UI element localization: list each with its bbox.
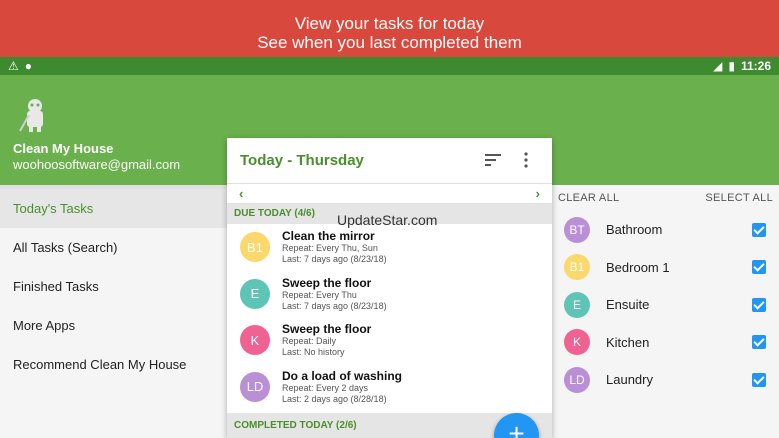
drawer-item-recommend[interactable]: Recommend Clean My House [0,345,227,384]
room-name: Bathroom [606,222,663,238]
task-last: Last: No history [282,347,345,358]
select-all-button[interactable]: SELECT ALL [705,192,773,211]
room-avatar: E [564,291,590,318]
task-row[interactable]: B1 Clean the mirror Repeat: Every Thu, S… [227,224,552,271]
drawer-item-finished-tasks[interactable]: Finished Tasks [0,267,227,306]
room-name: Bedroom 1 [606,259,670,275]
room-avatar: LD [564,366,590,393]
task-avatar: K [240,325,270,356]
task-title: Clean the mirror [282,229,375,244]
room-name: Laundry [606,372,653,388]
task-repeat: Repeat: Every Thu, Sun [282,243,378,254]
navigation-drawer: Today's Tasks All Tasks (Search) Finishe… [0,185,227,438]
watermark-text: UpdateStar.com [337,212,438,228]
task-row[interactable]: LD Do a load of washing Repeat: Every 2 … [227,364,552,411]
room-row[interactable]: K Kitchen [552,324,779,362]
task-last: Last: 7 days ago (8/23/18) [282,254,387,265]
task-title: Sweep the floor [282,322,372,337]
task-avatar: B1 [240,232,270,263]
room-avatar: B1 [564,254,590,281]
sort-icon[interactable] [485,154,501,166]
task-title: Sweep the floor [282,275,372,290]
task-row[interactable]: E Sweep the floor Repeat: Every Thu Last… [227,271,552,318]
task-avatar: E [240,278,270,309]
task-last: Last: 2 days ago (8/28/18) [282,393,387,404]
room-checkbox[interactable] [752,335,766,350]
room-checkbox[interactable] [752,260,766,275]
room-row[interactable]: LD Laundry [552,361,779,399]
banner-line-1: View your tasks for today [294,14,485,33]
status-time: 11:26 [740,59,771,73]
signal-icon: ◢ [713,59,723,73]
android-icon: ● [24,59,33,73]
card-title: Today - Thursday [240,152,364,169]
task-repeat: Repeat: Daily [282,336,337,347]
room-filter-panel: CLEAR ALL SELECT ALL BT Bathroom B1 Bedr… [552,185,779,438]
room-avatar: K [564,329,590,356]
battery-icon: ▮ [728,59,735,73]
room-name: Kitchen [606,334,650,350]
account-email: woohoosoftware@gmail.com [13,157,181,172]
app-logo-icon [19,99,43,132]
warning-icon: ⚠ [8,59,19,73]
status-bar: ⚠ ● ◢ ▮ 11:26 [0,57,779,75]
task-avatar: LD [240,371,270,402]
task-repeat: Repeat: Every 2 days [282,382,369,393]
drawer-item-todays-tasks[interactable]: Today's Tasks [0,189,227,228]
clear-all-button[interactable]: CLEAR ALL [558,192,619,211]
more-vert-icon[interactable] [524,152,528,168]
room-row[interactable]: E Ensuite [552,286,779,324]
task-last: Last: 7 days ago (8/23/18) [282,300,387,311]
task-title: Do a load of washing [282,368,403,383]
room-name: Ensuite [606,297,650,313]
today-tasks-card: Today - Thursday ‹ › DUE TODAY (4/6) B1 … [227,138,552,438]
drawer-item-all-tasks[interactable]: All Tasks (Search) [0,228,227,267]
room-row[interactable]: BT Bathroom [552,211,779,249]
prev-day-chevron-icon[interactable]: ‹ [239,186,243,201]
app-name: Clean My House [13,141,114,156]
room-checkbox[interactable] [752,372,766,387]
room-checkbox[interactable] [752,297,766,312]
next-day-chevron-icon[interactable]: › [536,186,540,201]
room-row[interactable]: B1 Bedroom 1 [552,249,779,287]
banner-line-2: See when you last completed them [257,33,522,52]
room-checkbox[interactable] [752,222,766,237]
room-avatar: BT [564,216,590,243]
task-repeat: Repeat: Every Thu [282,289,357,300]
promo-banner: View your tasks for today See when you l… [0,0,779,57]
task-row[interactable]: K Sweep the floor Repeat: Daily Last: No… [227,317,552,364]
drawer-item-more-apps[interactable]: More Apps [0,306,227,345]
